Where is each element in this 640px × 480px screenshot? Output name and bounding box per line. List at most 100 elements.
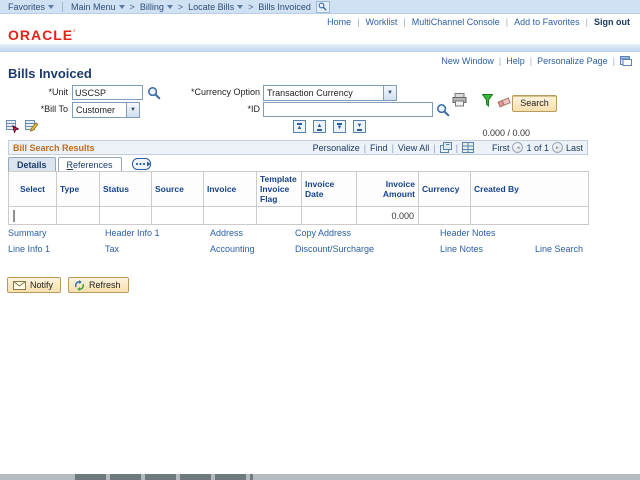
chevron-down-icon	[237, 4, 244, 9]
currency-option-select[interactable]: Transaction Currency ▼	[263, 85, 397, 101]
nav-separator: |	[403, 16, 406, 27]
tab-references[interactable]: References	[57, 157, 122, 172]
personalize-link[interactable]: Personalize	[313, 143, 360, 153]
footer-actions: Notify Refresh	[7, 277, 129, 293]
eraser-icon[interactable]	[497, 96, 512, 108]
column-header-currency[interactable]: Currency	[418, 171, 471, 207]
discount-surcharge-link[interactable]: Discount/Surcharge	[295, 244, 440, 254]
scroll-to-bottom-icon[interactable]: ▼	[353, 120, 366, 133]
column-header-created-by[interactable]: Created By	[470, 171, 589, 207]
view-all-link[interactable]: View All	[398, 143, 429, 153]
row-checkbox[interactable]	[13, 209, 15, 222]
breadcrumb-billing-label: Billing	[139, 1, 164, 12]
breadcrumb: Favorites Main Menu > Billing > Locate B…	[0, 0, 640, 14]
row-created-by-cell	[470, 206, 589, 225]
personalize-page-link[interactable]: Personalize Page	[537, 56, 608, 66]
download-to-excel-icon[interactable]	[461, 142, 474, 153]
header-info-1-link[interactable]: Header Info 1	[105, 228, 210, 238]
column-header-status[interactable]: Status	[99, 171, 152, 207]
bill-to-label: *Bill To	[40, 104, 68, 114]
new-window-link[interactable]: New Window	[441, 56, 494, 66]
next-page-icon[interactable]: ►	[551, 142, 563, 153]
nav-worklist-link[interactable]: Worklist	[366, 17, 398, 27]
breadcrumb-main-menu[interactable]: Main Menu	[71, 2, 125, 12]
results-separator: |	[391, 142, 394, 153]
line-search-link[interactable]: Line Search	[535, 244, 618, 254]
breadcrumb-billing[interactable]: Billing	[140, 2, 173, 12]
nav-separator: |	[357, 16, 360, 27]
id-input[interactable]	[263, 102, 433, 117]
chevron-down-icon: ▼	[383, 86, 396, 100]
column-header-template-invoice-flag[interactable]: Template Invoice Flag	[256, 171, 302, 207]
filter-funnel-icon[interactable]	[482, 94, 493, 107]
column-header-type[interactable]: Type	[56, 171, 100, 207]
scroll-to-top-icon[interactable]: ▲	[293, 120, 306, 133]
row-invoice-date-cell	[301, 206, 357, 225]
address-link[interactable]: Address	[210, 228, 295, 238]
tab-details[interactable]: Details	[8, 157, 56, 172]
breadcrumb-favorites-label: Favorites	[8, 1, 46, 12]
header-notes-link[interactable]: Header Notes	[440, 228, 535, 238]
line-info-1-link[interactable]: Line Info 1	[8, 244, 105, 254]
notify-button[interactable]: Notify	[7, 277, 62, 293]
print-icon[interactable]	[452, 93, 467, 107]
chevron-down-icon	[166, 4, 173, 9]
help-link[interactable]: Help	[506, 56, 525, 66]
line-notes-link[interactable]: Line Notes	[440, 244, 535, 254]
column-header-source[interactable]: Source	[151, 171, 204, 207]
top-nav: Home | Worklist | MultiChannel Console |…	[0, 14, 640, 29]
grid-toolbar-center: ▲ ▲ ▼ ▼	[293, 120, 366, 133]
breadcrumb-favorites[interactable]: Favorites	[8, 1, 55, 12]
scroll-down-icon[interactable]: ▼	[333, 120, 346, 133]
results-table: Select Type Status Source Invoice Templa…	[8, 171, 589, 225]
row-source-cell	[151, 206, 204, 225]
first-link[interactable]: First	[492, 143, 510, 153]
nav-multichannel-link[interactable]: MultiChannel Console	[412, 17, 500, 27]
copy-address-link[interactable]: Copy Address	[295, 228, 440, 238]
clear-all-icon[interactable]	[25, 120, 38, 133]
column-header-invoice-amount[interactable]: Invoice Amount	[356, 171, 419, 207]
scrollbar-dashes	[75, 474, 253, 480]
unit-label: *Unit	[48, 87, 68, 97]
previous-page-icon[interactable]: ◄	[512, 142, 524, 153]
id-lookup-icon[interactable]	[436, 103, 450, 117]
bottom-scrollbar[interactable]	[0, 474, 640, 480]
scroll-up-icon[interactable]: ▲	[313, 120, 326, 133]
breadcrumb-locate-bills[interactable]: Locate Bills	[188, 2, 244, 12]
search-button[interactable]: Search	[512, 95, 557, 112]
bill-to-select[interactable]: Customer ▼	[72, 102, 140, 118]
chevron-down-icon: ▼	[126, 103, 139, 117]
row-status-cell	[99, 206, 152, 225]
header-band	[0, 44, 640, 52]
summary-link[interactable]: Summary	[8, 228, 105, 238]
select-all-icon[interactable]	[6, 120, 19, 133]
results-header: Bill Search Results Personalize | Find |…	[8, 140, 588, 155]
show-all-columns-icon[interactable]	[131, 158, 154, 170]
zoom-grid-icon[interactable]	[439, 142, 452, 153]
copy-url-icon[interactable]	[620, 55, 632, 66]
column-header-select[interactable]: Select	[8, 171, 57, 207]
id-label: *ID	[247, 104, 260, 114]
empty-cell	[535, 228, 618, 238]
row-currency-cell	[418, 206, 471, 225]
grid-toolbar-left	[6, 120, 38, 133]
sign-out-link[interactable]: Sign out	[594, 17, 630, 27]
last-link[interactable]: Last	[566, 143, 583, 153]
pagelink-separator: |	[498, 55, 502, 66]
unit-input[interactable]	[72, 85, 143, 100]
nav-home-link[interactable]: Home	[327, 17, 351, 27]
results-separator: |	[433, 142, 436, 153]
tax-link[interactable]: Tax	[105, 244, 210, 254]
pagelink-separator: |	[529, 55, 533, 66]
results-tabs: Details References	[8, 156, 588, 172]
breadcrumb-search-icon[interactable]	[315, 0, 330, 13]
find-link[interactable]: Find	[370, 143, 388, 153]
refresh-icon	[75, 279, 85, 291]
accounting-link[interactable]: Accounting	[210, 244, 295, 254]
breadcrumb-separator: >	[248, 1, 254, 12]
refresh-button[interactable]: Refresh	[68, 277, 129, 293]
unit-lookup-icon[interactable]	[147, 86, 161, 100]
column-header-invoice-date[interactable]: Invoice Date	[301, 171, 357, 207]
nav-add-to-favorites-link[interactable]: Add to Favorites	[514, 17, 580, 27]
column-header-invoice[interactable]: Invoice	[203, 171, 257, 207]
